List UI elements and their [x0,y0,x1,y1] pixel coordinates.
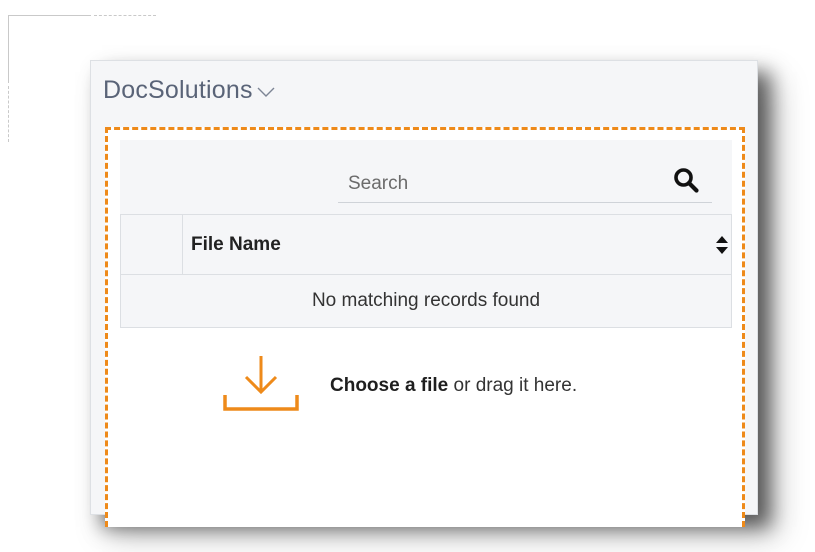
select-column-header[interactable] [120,214,183,275]
corner-guide-line [8,15,91,16]
panel-title: DocSolutions [103,75,253,104]
corner-guide-dashed [8,86,9,142]
file-grid: File Name No matching reco [120,140,732,328]
upload-prompt: Choose a file or drag it here. [108,345,748,425]
search-input[interactable] [338,165,712,203]
sort-both-icon[interactable] [715,234,729,256]
stage: DocSolutions Search File Name No matchin… [0,0,815,552]
file-dropzone[interactable]: File Name No matching reco [105,127,745,527]
chevron-down-icon[interactable] [257,86,275,98]
download-icon[interactable] [222,353,300,413]
panel-header[interactable]: DocSolutions [91,61,757,119]
empty-table-message: No matching records found [120,274,732,328]
corner-guide-dashed [94,15,156,16]
file-table: File Name No matching records found [120,214,732,328]
drag-hint-text: or drag it here. [448,375,578,396]
column-header-label: File Name [191,233,281,255]
search-icon[interactable] [673,167,699,193]
table-header-row: File Name [120,214,732,275]
choose-file-link[interactable]: Choose a file [330,375,448,396]
table-row: No matching records found [120,274,732,328]
search-bar [120,140,732,214]
file-name-column-header[interactable]: File Name [182,214,732,275]
upload-instructions: Choose a file or drag it here. [330,375,577,397]
docsolutions-panel: DocSolutions Search File Name No matchin… [90,60,758,527]
corner-guide-line [8,15,9,83]
